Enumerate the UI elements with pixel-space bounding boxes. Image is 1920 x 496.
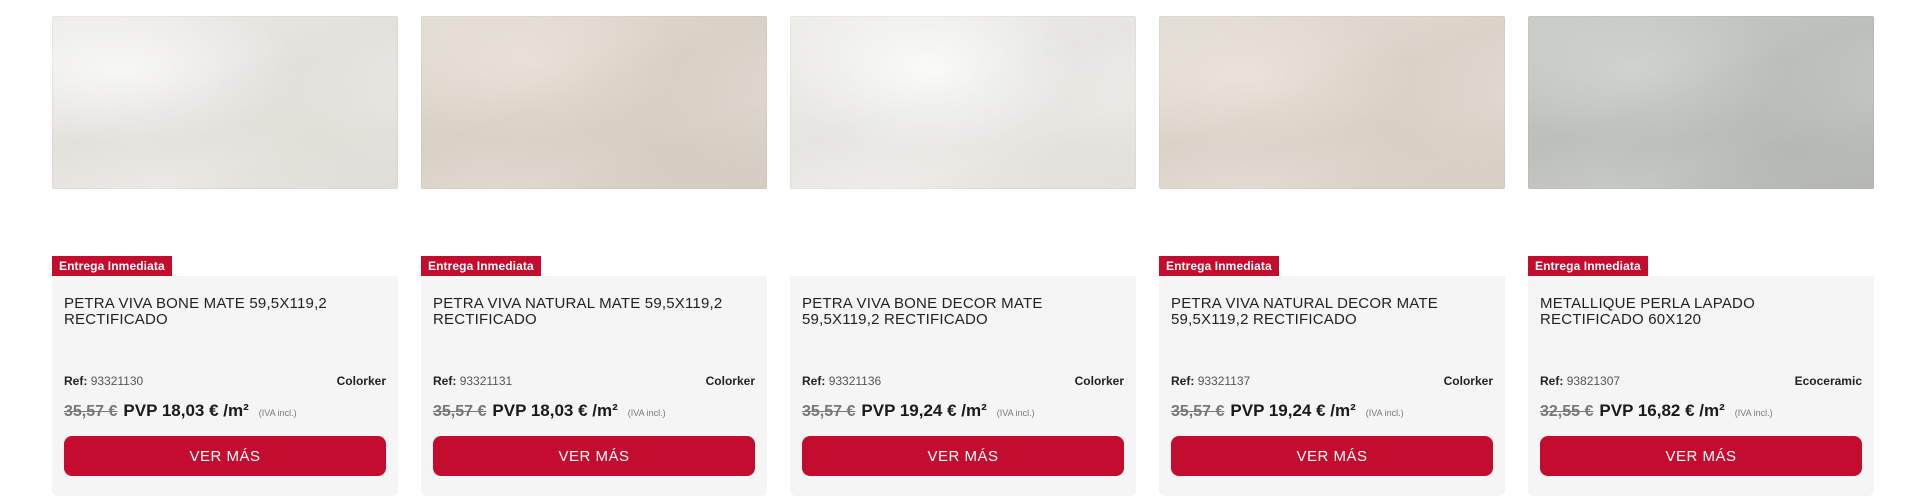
delivery-badge: Entrega Inmediata (1528, 256, 1648, 276)
current-price: PVP 16,82 € /m² (1599, 401, 1725, 420)
ref-row: Ref: 93321131 Colorker (433, 373, 755, 389)
product-card: Entrega Inmediata METALLIQUE PERLA LAPAD… (1528, 16, 1874, 496)
delivery-badge: Entrega Inmediata (421, 256, 541, 276)
product-image[interactable] (1528, 16, 1874, 189)
product-title[interactable]: METALLIQUE PERLA LAPADO RECTIFICADO 60X1… (1540, 296, 1862, 328)
ref-label: Ref: (64, 374, 88, 388)
price-row: 35,57 € PVP 18,03 € /m² (IVA incl.) (64, 401, 386, 423)
ref-text: Ref: 93321130 (64, 374, 143, 388)
view-more-button[interactable]: VER MÁS (802, 436, 1124, 476)
view-more-button[interactable]: VER MÁS (433, 436, 755, 476)
view-more-button[interactable]: VER MÁS (1540, 436, 1862, 476)
current-price: PVP 19,24 € /m² (1230, 401, 1356, 420)
ref-row: Ref: 93321137 Colorker (1171, 373, 1493, 389)
brand-name: Colorker (1443, 374, 1493, 388)
old-price: 35,57 € (433, 403, 487, 420)
product-info: PETRA VIVA BONE DECOR MATE 59,5X119,2 RE… (790, 276, 1136, 496)
view-more-button[interactable]: VER MÁS (1171, 436, 1493, 476)
ref-row: Ref: 93821307 Ecoceramic (1540, 373, 1862, 389)
brand-name: Ecoceramic (1794, 374, 1862, 388)
ref-value: 93321130 (90, 374, 144, 388)
price-row: 35,57 € PVP 19,24 € /m² (IVA incl.) (1171, 401, 1493, 423)
old-price: 35,57 € (802, 403, 856, 420)
ref-value: 93321131 (459, 374, 513, 388)
price-row: 35,57 € PVP 18,03 € /m² (IVA incl.) (433, 401, 755, 423)
brand-name: Colorker (705, 374, 755, 388)
tax-note: (IVA incl.) (627, 408, 666, 418)
brand-name: Colorker (336, 374, 386, 388)
price-row: 35,57 € PVP 19,24 € /m² (IVA incl.) (802, 401, 1124, 423)
product-image[interactable] (790, 16, 1136, 189)
product-info: PETRA VIVA NATURAL DECOR MATE 59,5X119,2… (1159, 276, 1505, 496)
ref-value: 93321136 (828, 374, 882, 388)
ref-text: Ref: 93321137 (1171, 374, 1250, 388)
product-title[interactable]: PETRA VIVA BONE MATE 59,5X119,2 RECTIFIC… (64, 296, 386, 328)
product-title[interactable]: PETRA VIVA NATURAL MATE 59,5X119,2 RECTI… (433, 296, 755, 328)
current-price: PVP 19,24 € /m² (861, 401, 987, 420)
ref-text: Ref: 93321136 (802, 374, 881, 388)
product-info: PETRA VIVA NATURAL MATE 59,5X119,2 RECTI… (421, 276, 767, 496)
view-more-button[interactable]: VER MÁS (64, 436, 386, 476)
tax-note: (IVA incl.) (258, 408, 297, 418)
brand-name: Colorker (1074, 374, 1124, 388)
product-card: Entrega Inmediata PETRA VIVA NATURAL MAT… (421, 16, 767, 496)
product-image[interactable] (52, 16, 398, 189)
ref-label: Ref: (1540, 374, 1564, 388)
tax-note: (IVA incl.) (1734, 408, 1773, 418)
ref-value: 93821307 (1566, 374, 1621, 388)
ref-label: Ref: (1171, 374, 1195, 388)
tax-note: (IVA incl.) (1365, 408, 1404, 418)
ref-text: Ref: 93321131 (433, 374, 512, 388)
old-price: 32,55 € (1540, 403, 1594, 420)
ref-label: Ref: (433, 374, 457, 388)
product-image[interactable] (1159, 16, 1505, 189)
old-price: 35,57 € (1171, 403, 1225, 420)
ref-value: 93321137 (1197, 374, 1251, 388)
product-info: PETRA VIVA BONE MATE 59,5X119,2 RECTIFIC… (52, 276, 398, 496)
product-title[interactable]: PETRA VIVA NATURAL DECOR MATE 59,5X119,2… (1171, 296, 1493, 328)
current-price: PVP 18,03 € /m² (123, 401, 249, 420)
ref-row: Ref: 93321130 Colorker (64, 373, 386, 389)
price-row: 32,55 € PVP 16,82 € /m² (IVA incl.) (1540, 401, 1862, 423)
old-price: 35,57 € (64, 403, 118, 420)
product-card: Entrega Inmediata PETRA VIVA BONE MATE 5… (52, 16, 398, 496)
delivery-badge: Entrega Inmediata (52, 256, 172, 276)
ref-row: Ref: 93321136 Colorker (802, 373, 1124, 389)
tax-note: (IVA incl.) (996, 408, 1035, 418)
product-title[interactable]: PETRA VIVA BONE DECOR MATE 59,5X119,2 RE… (802, 296, 1124, 328)
delivery-badge: Entrega Inmediata (1159, 256, 1279, 276)
current-price: PVP 18,03 € /m² (492, 401, 618, 420)
product-card: Entrega Inmediata PETRA VIVA NATURAL DEC… (1159, 16, 1505, 496)
ref-text: Ref: 93821307 (1540, 374, 1620, 388)
product-grid: Entrega Inmediata PETRA VIVA BONE MATE 5… (52, 16, 1874, 496)
product-image[interactable] (421, 16, 767, 189)
product-card: PETRA VIVA BONE DECOR MATE 59,5X119,2 RE… (790, 16, 1136, 496)
ref-label: Ref: (802, 374, 826, 388)
product-info: METALLIQUE PERLA LAPADO RECTIFICADO 60X1… (1528, 276, 1874, 496)
